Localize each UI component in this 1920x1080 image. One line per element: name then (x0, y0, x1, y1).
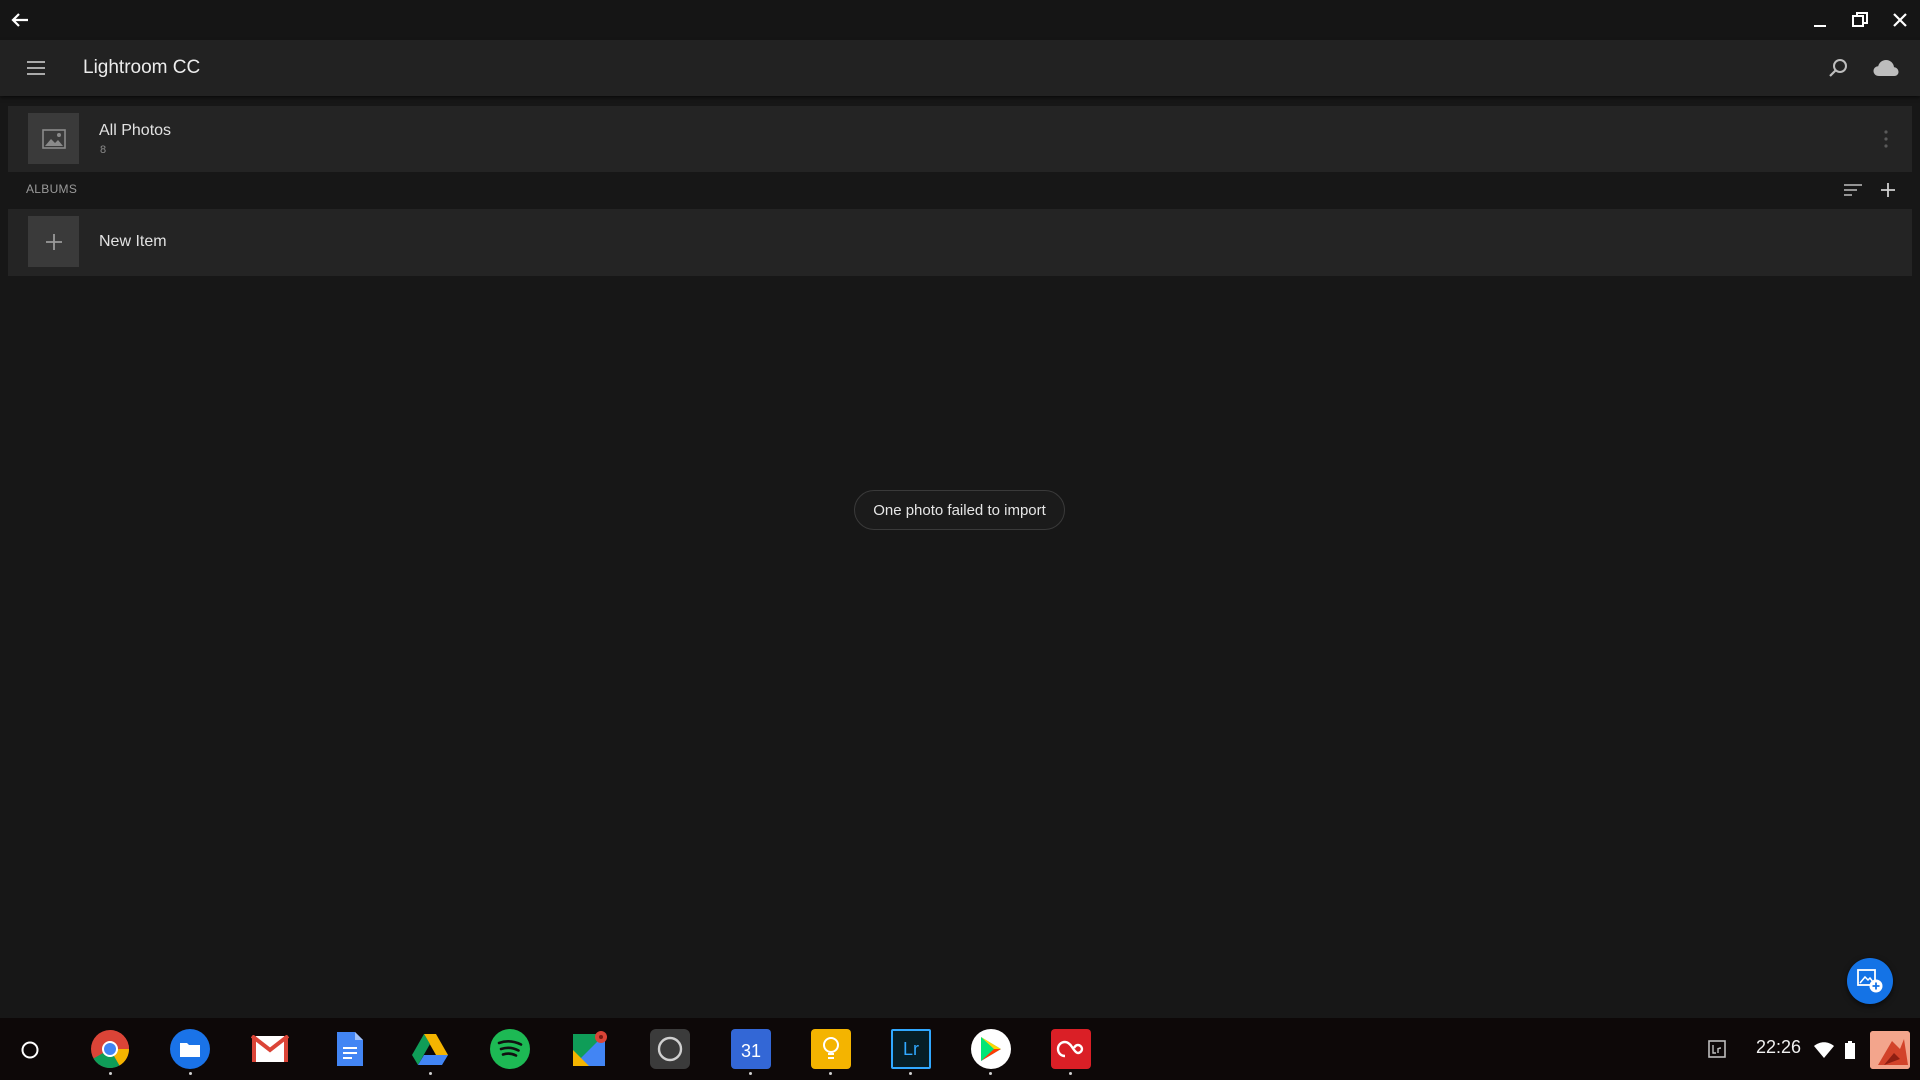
files-running-indicator (189, 1072, 192, 1075)
drive-icon (412, 1034, 448, 1065)
docs-icon (337, 1032, 363, 1066)
chrome-running-indicator (109, 1072, 112, 1075)
lr-badge-icon (1708, 1040, 1726, 1058)
lightroom-notification-icon[interactable] (1704, 1036, 1730, 1062)
maps-app-icon[interactable] (570, 1029, 610, 1069)
play-store-app-icon[interactable] (971, 1029, 1011, 1069)
restore-button[interactable] (1846, 6, 1874, 34)
menu-button[interactable] (20, 54, 52, 82)
app-title: Lightroom CC (83, 57, 201, 78)
new-item-row[interactable]: New Item (8, 209, 1912, 276)
keep-app-icon[interactable] (811, 1029, 851, 1069)
wifi-icon (1814, 1042, 1834, 1058)
more-vertical-icon (1884, 130, 1888, 148)
search-button[interactable] (1824, 54, 1852, 82)
all-photos-thumbnail (28, 113, 79, 164)
restore-icon (1852, 12, 1868, 27)
minimize-button[interactable] (1806, 6, 1834, 34)
sort-icon (1844, 184, 1862, 196)
docs-app-icon[interactable] (330, 1029, 370, 1069)
new-item-thumbnail (28, 216, 79, 267)
plus-icon (1881, 183, 1895, 197)
battery-icon (1845, 1041, 1855, 1059)
gmail-app-icon[interactable] (250, 1029, 290, 1069)
camera-lens-icon (657, 1036, 683, 1062)
hamburger-menu-icon (27, 61, 45, 75)
new-item-label: New Item (99, 233, 167, 250)
close-icon (1893, 13, 1907, 27)
maps-icon (573, 1031, 607, 1066)
launcher-button[interactable] (14, 1036, 46, 1064)
plus-icon (45, 233, 62, 250)
add-photos-button[interactable] (1847, 958, 1893, 1004)
keep-running-indicator (829, 1072, 832, 1075)
close-button[interactable] (1886, 6, 1914, 34)
arrow-left-icon (11, 13, 28, 27)
cloud-icon (1873, 60, 1899, 76)
add-photo-icon (1857, 969, 1883, 993)
calendar-day-label: 31 (740, 1040, 762, 1061)
play-store-icon (981, 1037, 1001, 1061)
creative-cloud-icon (1056, 1040, 1084, 1058)
folder-icon (180, 1043, 200, 1057)
lightbulb-icon (823, 1037, 839, 1059)
creative-cloud-app-icon[interactable] (1051, 1029, 1091, 1069)
back-button[interactable] (6, 6, 34, 34)
app-bar (0, 40, 1920, 96)
battery-status[interactable] (1840, 1038, 1860, 1062)
all-photos-label: All Photos (99, 122, 172, 139)
lightroom-app-icon[interactable]: Lr (891, 1029, 931, 1069)
user-avatar[interactable] (1870, 1031, 1910, 1069)
launcher-circle-icon (21, 1041, 39, 1059)
sort-albums-button[interactable] (1840, 177, 1866, 203)
window-title-bar (0, 0, 1920, 40)
avatar-image-icon (1870, 1031, 1910, 1069)
chrome-icon (91, 1030, 130, 1069)
gmail-icon (251, 1035, 289, 1062)
chrome-app-icon[interactable] (90, 1029, 130, 1069)
albums-section-label: ALBUMS (26, 182, 78, 196)
spotify-app-icon[interactable] (490, 1029, 530, 1069)
minimize-icon (1814, 25, 1826, 27)
image-placeholder-icon (41, 128, 66, 149)
all-photos-count: 8 (100, 144, 107, 156)
creative-cloud-running-indicator (1069, 1072, 1072, 1075)
drive-app-icon[interactable] (410, 1029, 450, 1069)
calendar-running-indicator (749, 1072, 752, 1075)
camera-app-icon[interactable] (650, 1029, 690, 1069)
spotify-icon (497, 1040, 523, 1057)
play-store-running-indicator (989, 1072, 992, 1075)
all-photos-more-button[interactable] (1874, 124, 1898, 154)
calendar-app-icon[interactable]: 31 (731, 1029, 771, 1069)
lightroom-running-indicator (909, 1072, 912, 1075)
system-clock[interactable]: 22:26 (1756, 1037, 1801, 1058)
files-app-icon[interactable] (170, 1029, 210, 1069)
wifi-status[interactable] (1812, 1038, 1836, 1062)
cloud-sync-button[interactable] (1870, 54, 1902, 82)
lightroom-icon-label: Lr (902, 1038, 919, 1059)
add-album-button[interactable] (1875, 177, 1901, 203)
import-error-toast: One photo failed to import (854, 490, 1065, 530)
search-icon (1829, 59, 1847, 77)
all-photos-row[interactable]: All Photos 8 (8, 106, 1912, 172)
drive-running-indicator (429, 1072, 432, 1075)
